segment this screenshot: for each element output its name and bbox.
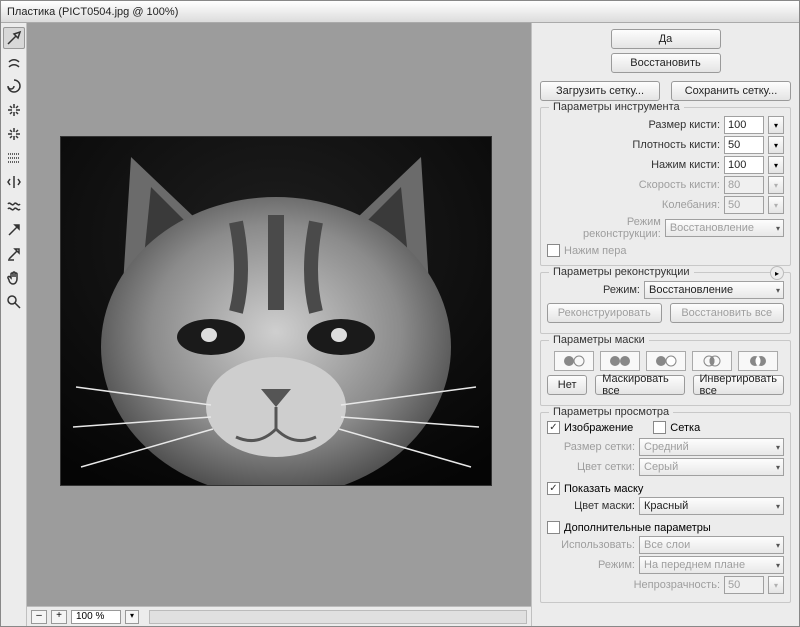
freeze-mask-tool-icon[interactable]	[3, 219, 25, 241]
mesh-size-select: Средний	[639, 438, 784, 456]
zoom-in-button[interactable]: +	[51, 610, 67, 624]
mask-add-icon[interactable]	[600, 351, 640, 371]
reconstruct-button: Реконструировать	[547, 303, 662, 323]
blend-mode-label: Режим:	[598, 559, 635, 571]
hand-tool-icon[interactable]	[3, 267, 25, 289]
options-panel: Да Восстановить Загрузить сетку... Сохра…	[531, 23, 799, 626]
mask-color-select[interactable]: Красный	[639, 497, 784, 515]
extra-params-label: Дополнительные параметры	[564, 522, 711, 534]
brush-size-input[interactable]	[724, 116, 764, 134]
tool-strip	[1, 23, 27, 626]
dialog-body: – + 100 % ▾ Да Восстановить Загрузить се…	[1, 23, 799, 626]
brush-size-dropdown[interactable]: ▾	[768, 116, 784, 134]
use-select: Все слои	[639, 536, 784, 554]
horizontal-scrollbar[interactable]	[149, 610, 527, 624]
show-image-label: Изображение	[564, 422, 633, 434]
show-mesh-checkbox[interactable]	[653, 421, 666, 434]
restore-all-button: Восстановить все	[670, 303, 785, 323]
load-mesh-button[interactable]: Загрузить сетку...	[540, 81, 660, 101]
show-mesh-label: Сетка	[670, 422, 700, 434]
turbulence-tool-icon[interactable]	[3, 195, 25, 217]
extra-params-checkbox[interactable]	[547, 521, 560, 534]
liquify-dialog: Пластика (PICT0504.jpg @ 100%)	[0, 0, 800, 627]
mask-replace-icon[interactable]	[554, 351, 594, 371]
forward-warp-tool-icon[interactable]	[3, 27, 25, 49]
tool-options-title: Параметры инструмента	[549, 101, 684, 113]
zoom-value[interactable]: 100 %	[71, 610, 121, 624]
reconstruction-options-group: Параметры реконструкции ▸ Режим:Восстано…	[540, 272, 791, 334]
brush-rate-input	[724, 176, 764, 194]
tool-options-group: Параметры инструмента Размер кисти:▾ Пло…	[540, 107, 791, 266]
mask-options-group: Параметры маски Нет Маскировать все Инве…	[540, 340, 791, 406]
zoom-bar: – + 100 % ▾	[27, 606, 531, 626]
window-title: Пластика (PICT0504.jpg @ 100%)	[7, 6, 178, 18]
titlebar: Пластика (PICT0504.jpg @ 100%)	[1, 1, 799, 23]
turbulence-label: Колебания:	[662, 199, 720, 211]
brush-size-label: Размер кисти:	[648, 119, 720, 131]
invert-all-button[interactable]: Инвертировать все	[693, 375, 784, 395]
brush-density-label: Плотность кисти:	[632, 139, 720, 151]
mask-options-title: Параметры маски	[549, 334, 649, 346]
use-label: Использовать:	[561, 539, 635, 551]
turbulence-dropdown: ▾	[768, 196, 784, 214]
zoom-tool-icon[interactable]	[3, 291, 25, 313]
mask-invert-icon[interactable]	[738, 351, 778, 371]
view-options-title: Параметры просмотра	[549, 406, 673, 418]
mask-subtract-icon[interactable]	[646, 351, 686, 371]
turbulence-input	[724, 196, 764, 214]
opacity-dropdown: ▾	[768, 576, 784, 594]
show-image-checkbox[interactable]: ✓	[547, 421, 560, 434]
twirl-tool-icon[interactable]	[3, 75, 25, 97]
opacity-label: Непрозрачность:	[634, 579, 720, 591]
brush-pressure-label: Нажим кисти:	[651, 159, 720, 171]
mask-color-label: Цвет маски:	[574, 500, 635, 512]
mask-intersect-icon[interactable]	[692, 351, 732, 371]
group-arrow-icon[interactable]: ▸	[770, 266, 784, 280]
view-options-group: Параметры просмотра ✓Изображение Сетка Р…	[540, 412, 791, 603]
reconstruct-tool-icon[interactable]	[3, 51, 25, 73]
brush-density-dropdown[interactable]: ▾	[768, 136, 784, 154]
brush-rate-dropdown: ▾	[768, 176, 784, 194]
recon-mode-select-2[interactable]: Восстановление	[644, 281, 784, 299]
opacity-input	[724, 576, 764, 594]
mask-all-button[interactable]: Маскировать все	[595, 375, 684, 395]
push-left-tool-icon[interactable]	[3, 147, 25, 169]
mesh-size-label: Размер сетки:	[564, 441, 635, 453]
recon-mode2-label: Режим:	[603, 284, 640, 296]
canvas-viewport[interactable]	[27, 23, 531, 606]
blend-mode-select: На переднем плане	[639, 556, 784, 574]
artboard[interactable]	[61, 137, 491, 485]
image-preview	[61, 137, 491, 485]
mask-icon-row	[547, 351, 784, 371]
restore-button[interactable]: Восстановить	[611, 53, 721, 73]
brush-rate-label: Скорость кисти:	[639, 179, 720, 191]
recon-mode-label: Режим реконструкции:	[547, 216, 661, 240]
brush-pressure-input[interactable]	[724, 156, 764, 174]
save-mesh-button[interactable]: Сохранить сетку...	[671, 81, 791, 101]
mirror-tool-icon[interactable]	[3, 171, 25, 193]
mesh-color-select: Серый	[639, 458, 784, 476]
mask-none-button[interactable]: Нет	[547, 375, 587, 395]
zoom-dropdown[interactable]: ▾	[125, 610, 139, 624]
stylus-pressure-checkbox[interactable]	[547, 244, 560, 257]
thaw-mask-tool-icon[interactable]	[3, 243, 25, 265]
brush-pressure-dropdown[interactable]: ▾	[768, 156, 784, 174]
ok-button[interactable]: Да	[611, 29, 721, 49]
mesh-color-label: Цвет сетки:	[577, 461, 635, 473]
reconstruction-options-title: Параметры реконструкции	[549, 266, 694, 278]
canvas-area: – + 100 % ▾	[27, 23, 531, 626]
pucker-tool-icon[interactable]	[3, 99, 25, 121]
zoom-out-button[interactable]: –	[31, 610, 47, 624]
bloat-tool-icon[interactable]	[3, 123, 25, 145]
show-mask-label: Показать маску	[564, 483, 643, 495]
brush-density-input[interactable]	[724, 136, 764, 154]
stylus-pressure-label: Нажим пера	[564, 245, 627, 257]
show-mask-checkbox[interactable]: ✓	[547, 482, 560, 495]
recon-mode-select: Восстановление	[665, 219, 784, 237]
